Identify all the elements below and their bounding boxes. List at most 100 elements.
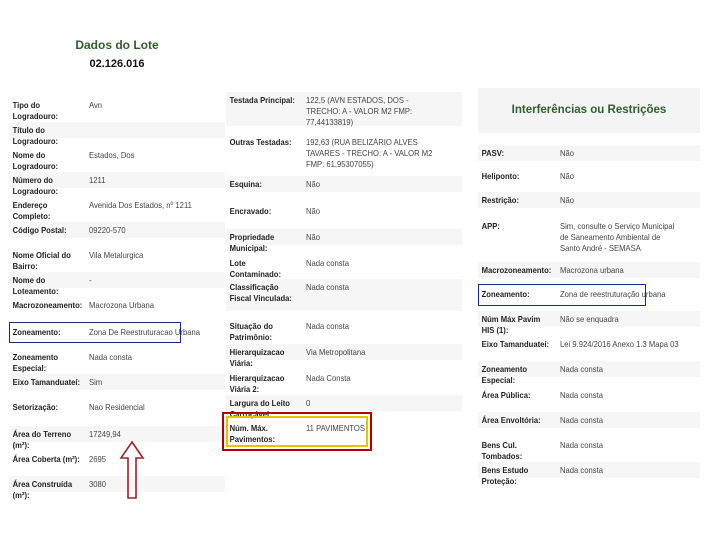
middle-row-value: 192,63 (RUA BELIZÁRIO ALVES TAVARES - TR… [306, 137, 433, 169]
lot-number: 02.126.016 [89, 58, 145, 70]
left-row-label: Área do Terreno (m²): [12, 429, 72, 450]
right-row-label: Bens Cul. Tombados: [481, 440, 523, 461]
left-row: Endereço Completo: Avenida Dos Estados, n… [9, 197, 225, 221]
middle-row-value: 122,5 (AVN ESTADOS, DOS - TRECHO: A - VA… [306, 95, 413, 127]
right-row: Macrozoneamento: Macrozona urbana [478, 262, 700, 278]
left-row-label: Nome do Logradouro: [12, 150, 59, 171]
left-row: Título do Logradouro: [9, 122, 225, 146]
left-row: Macrozoneamento: Macrozona Urbana [9, 297, 225, 313]
left-row-value: Avn [89, 100, 103, 110]
right-row-label: Núm Máx Pavim HIS (1): [481, 314, 541, 335]
right-row-label: Restrição: [481, 195, 520, 205]
restrictions-panel: Interferências ou Restrições [478, 88, 700, 133]
middle-row: Largura do Leito Carroçável: 0 [226, 395, 462, 419]
right-row: Área Envoltória: Nada consta [478, 412, 700, 428]
middle-row-value: Nada Consta [306, 373, 351, 383]
middle-row: Hierarquizacao Viária: Via Metropolitana [226, 344, 462, 368]
right-row: Restrição: Não [478, 192, 700, 208]
left-row-value: Macrozona Urbana [89, 300, 155, 310]
right-row-value: Macrozona urbana [560, 265, 624, 275]
left-row-value: Nao Residencial [89, 402, 145, 412]
left-row: Nome do Loteamento: - [9, 272, 225, 296]
middle-row-label: Esquina: [229, 179, 262, 189]
middle-row: Lote Contaminado: Nada consta [226, 255, 462, 279]
left-row: Código Postal: 09220-570 [9, 222, 225, 238]
left-row-value: 17249,94 [89, 429, 121, 439]
right-row-label: Área Pública: [481, 390, 531, 400]
middle-row: Esquina: Não [226, 176, 462, 192]
right-row: Área Pública: Nada consta [478, 387, 700, 403]
left-row-label: Código Postal: [12, 225, 67, 235]
middle-row: Propriedade Municipal: Não [226, 229, 462, 253]
middle-row: Classificação Fiscal Vinculada: Nada cons… [226, 279, 462, 311]
max-floors-highlight-yellow [226, 416, 368, 447]
left-row-label: Endereço Completo: [12, 200, 51, 221]
middle-row-label: Hierarquizacao Viária 2: [229, 373, 285, 394]
left-row: Eixo Tamanduateí: Sim [9, 374, 225, 390]
middle-row-label: Situação do Patrimônio: [229, 321, 273, 342]
middle-row-value: Via Metropolitana [306, 347, 366, 357]
right-row-label: Eixo Tamanduateí: [481, 339, 550, 349]
left-row-value: Nada consta [89, 352, 132, 362]
middle-row-label: Encravado: [229, 206, 272, 216]
left-row: Área Coberta (m²): 2695 [9, 451, 225, 467]
left-row-value: 09220-570 [89, 225, 126, 235]
right-row-value: Nada consta [560, 440, 603, 450]
right-row: Heliponto: Não [478, 168, 700, 184]
left-row-label: Zoneamento Especial: [12, 352, 59, 373]
right-row-value: Não se enquadra [560, 314, 619, 324]
middle-row-label: Testada Principal: [229, 95, 295, 105]
left-row-value: Avenida Dos Estados, nº 1211 [89, 200, 192, 210]
right-row: Eixo Tamanduateí: Lei 9.924/2016 Anexo 1.… [478, 336, 700, 352]
middle-row: Testada Principal: 122,5 (AVN ESTADOS, DO… [226, 92, 462, 127]
middle-row: Outras Testadas: 192,63 (RUA BELIZÁRIO AL… [226, 134, 462, 169]
left-zoning-highlight [9, 322, 181, 343]
left-row-label: Título do Logradouro: [12, 125, 59, 146]
right-row-value: Nada consta [560, 465, 603, 475]
left-row-value: Estados, Dos [89, 150, 135, 160]
right-row-label: PASV: [481, 148, 505, 158]
left-row-value: 1211 [89, 175, 106, 185]
right-row-value: Nada consta [560, 364, 603, 374]
middle-row-label: Propriedade Municipal: [229, 232, 275, 253]
left-row-label: Nome do Loteamento: [12, 275, 59, 296]
up-arrow-icon [119, 440, 145, 499]
middle-row: Encravado: Não [226, 203, 462, 219]
right-row-label: APP: [481, 221, 500, 231]
left-row-value: 3080 [89, 479, 107, 489]
middle-row-value: Nada consta [306, 258, 349, 268]
left-row: Zoneamento Especial: Nada consta [9, 349, 225, 373]
left-row-label: Setorização: [12, 402, 59, 412]
left-row-value: 2695 [89, 454, 107, 464]
left-row-value: Vila Metalurgica [89, 250, 144, 260]
middle-row: Hierarquizacao Viária 2: Nada Consta [226, 370, 462, 394]
left-row-value: Sim [89, 377, 103, 387]
right-row-value: Lei 9.924/2016 Anexo 1.3 Mapa 03 [560, 339, 679, 349]
middle-row-value: 0 [306, 398, 311, 408]
middle-row-value: Nada consta [306, 282, 349, 292]
middle-row-label: Classificação Fiscal Vinculada: [229, 282, 292, 303]
right-row-label: Heliponto: [481, 171, 520, 181]
left-row: Nome Oficial do Bairro: Vila Metalurgica [9, 247, 225, 271]
left-row: Área Construída (m²): 3080 [9, 476, 225, 500]
middle-row-value: Nada consta [306, 321, 349, 331]
left-row-label: Tipo do Logradouro: [12, 100, 59, 121]
middle-row-label: Outras Testadas: [229, 137, 292, 147]
right-row-value: Nada consta [560, 390, 603, 400]
left-row: Área do Terreno (m²): 17249,94 [9, 426, 225, 450]
right-row-value: Não [560, 195, 575, 205]
middle-row-value: Não [306, 206, 321, 216]
left-row-label: Área Coberta (m²): [12, 454, 80, 464]
right-row-label: Zoneamento Especial: [481, 364, 528, 385]
right-row-label: Bens Estudo Proteção: [481, 465, 529, 486]
right-row-label: Macrozoneamento: [481, 265, 552, 275]
right-row-value: Não [560, 171, 575, 181]
right-row-label: Área Envoltória: [481, 415, 541, 425]
left-row-label: Nome Oficial do Bairro: [12, 250, 71, 271]
left-row-label: Macrozoneamento: [12, 300, 83, 310]
right-row: Bens Cul. Tombados: Nada consta [478, 437, 700, 461]
right-zoning-highlight [478, 284, 646, 306]
left-row: Tipo do Logradouro: Avn [9, 97, 225, 121]
left-row: Número do Logradouro: 1211 [9, 172, 225, 196]
right-row: PASV: Não [478, 145, 700, 161]
